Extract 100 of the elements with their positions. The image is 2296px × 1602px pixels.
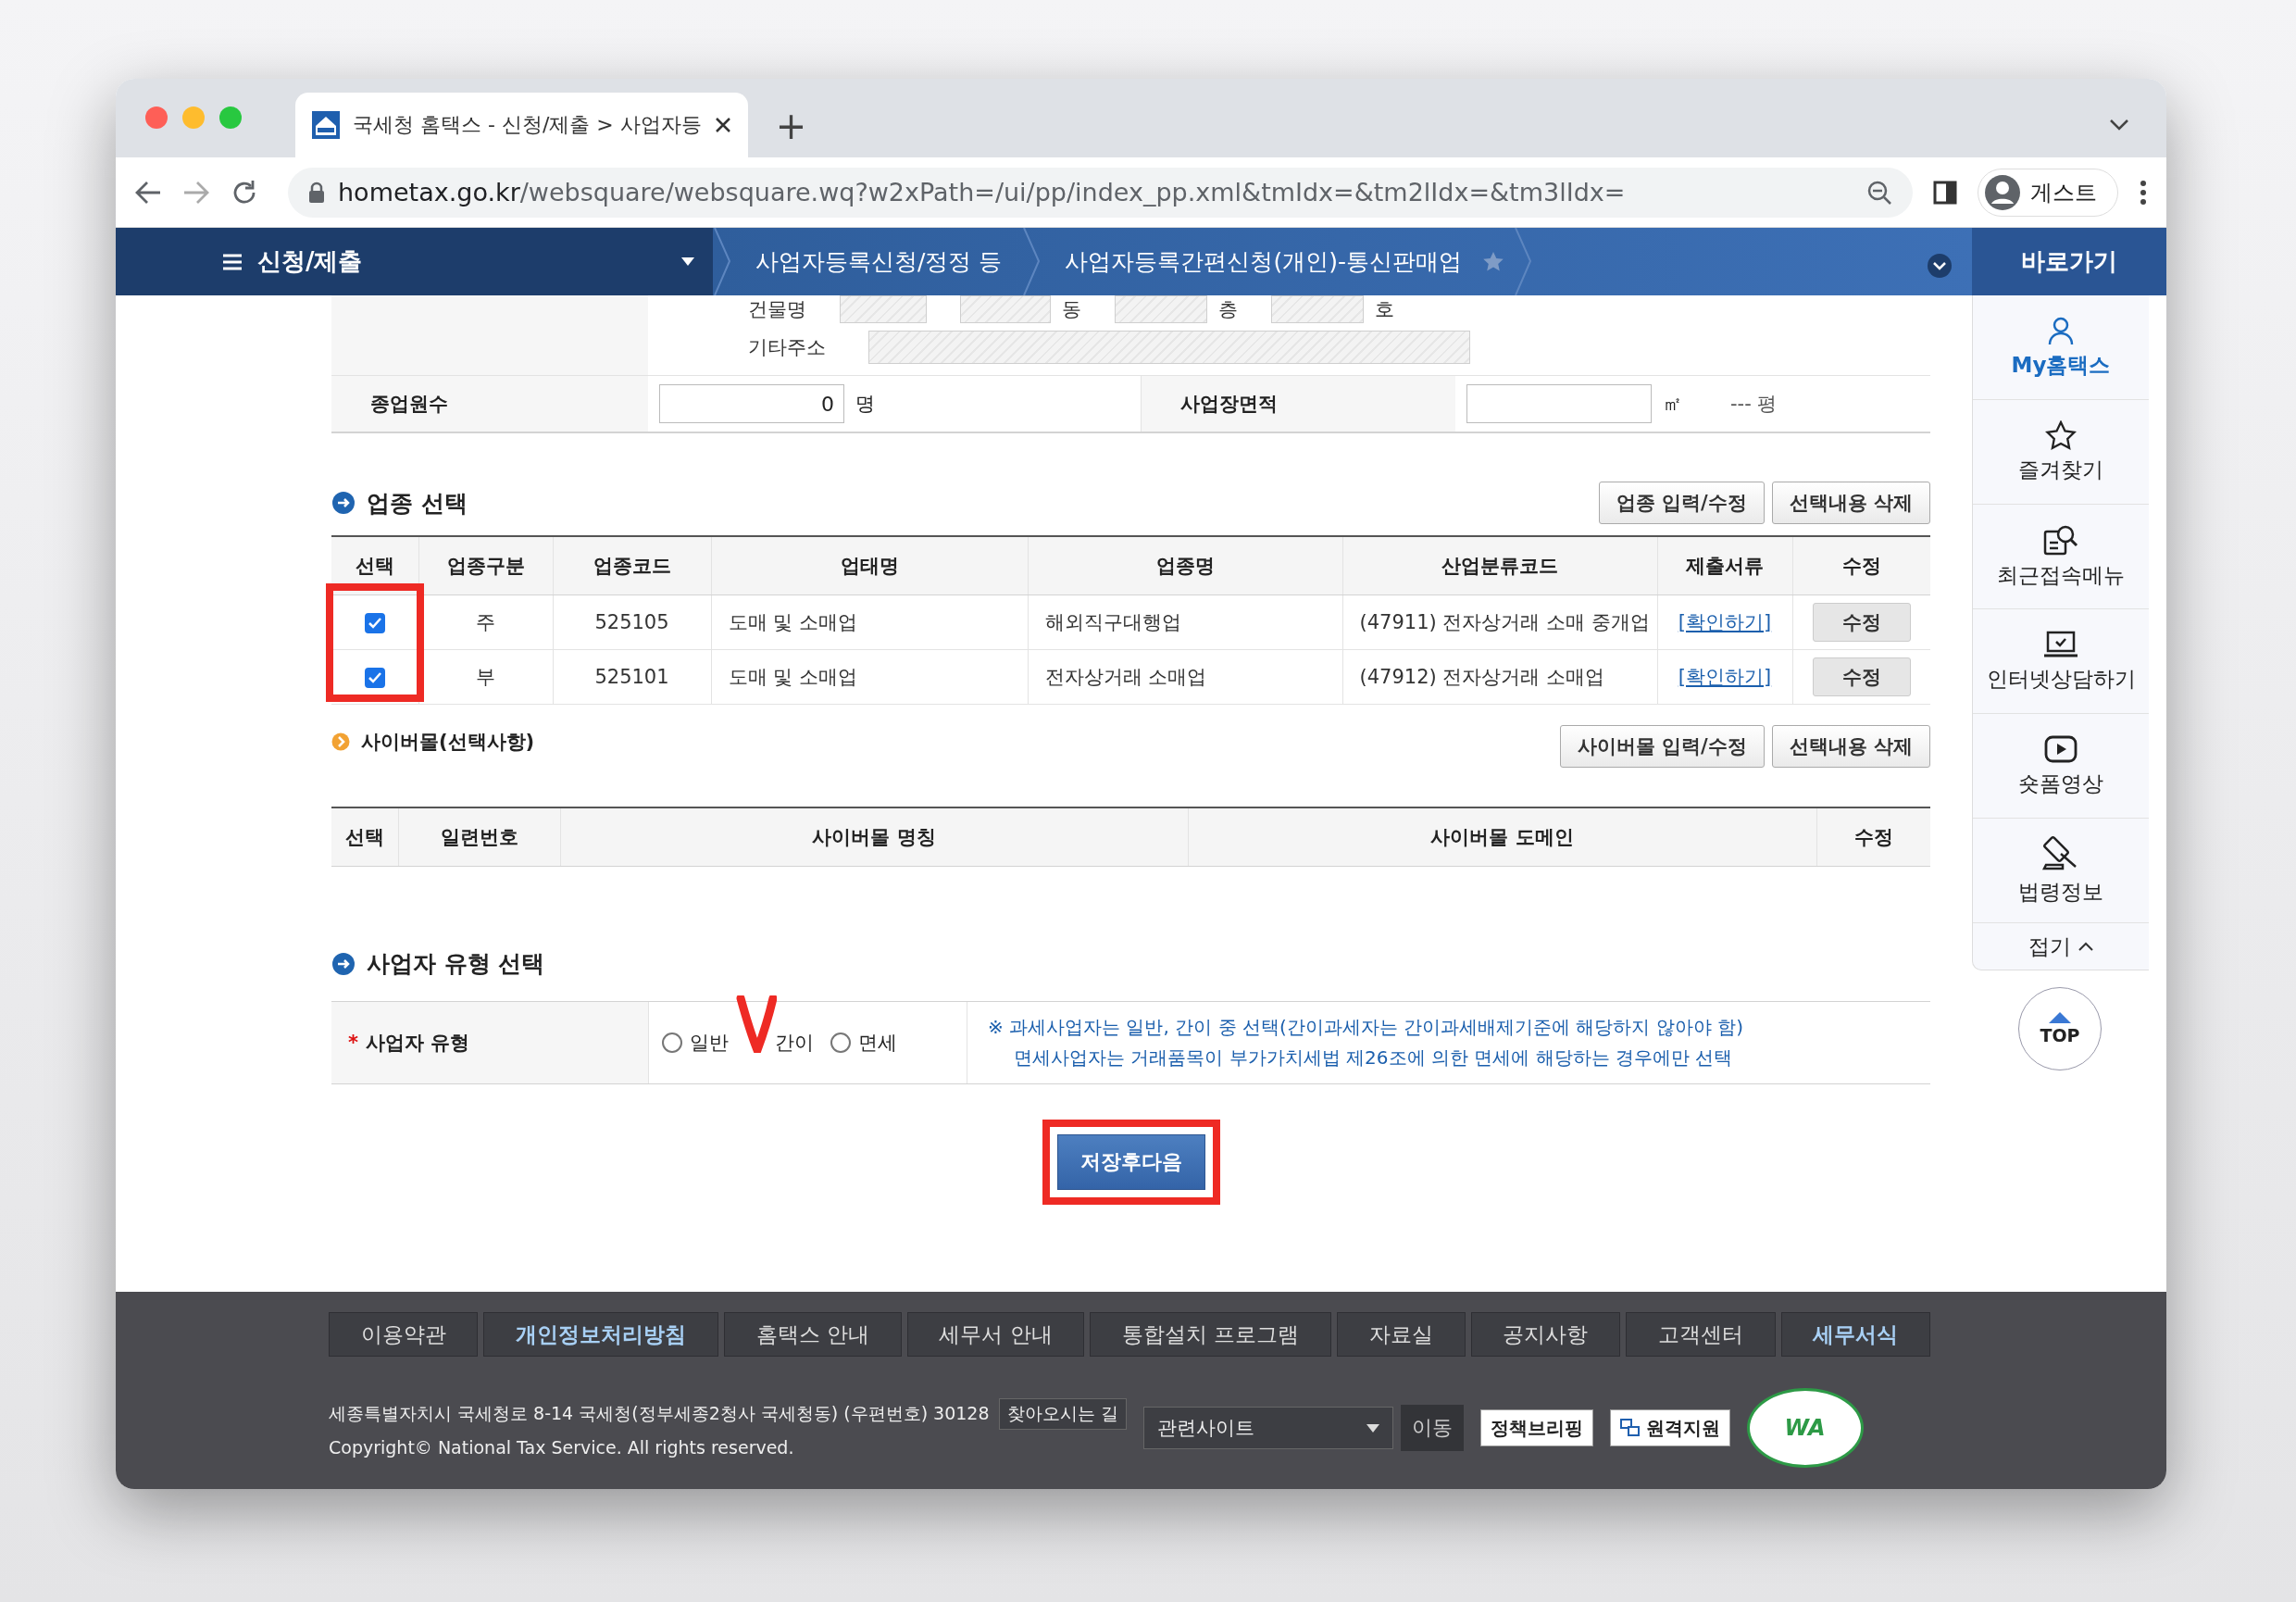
column-header: 수정	[1792, 536, 1930, 595]
star-icon[interactable]	[1481, 250, 1504, 273]
footer-link[interactable]: 세무서 안내	[906, 1312, 1085, 1357]
radio-button[interactable]	[830, 1033, 851, 1053]
quick-menu-item[interactable]: 인터넷상담하기	[1973, 609, 2149, 714]
option-label[interactable]: 면세	[858, 1030, 897, 1056]
edit-button[interactable]: 수정	[1812, 657, 1911, 696]
back-icon[interactable]	[134, 179, 162, 206]
column-header: 업종구분	[418, 536, 553, 595]
employee-count-field[interactable]: 0	[659, 384, 844, 423]
column-header: 제출서류	[1657, 536, 1792, 595]
edit-button[interactable]: 수정	[1812, 603, 1911, 642]
field-label: 동	[1062, 297, 1081, 322]
menu-dropdown[interactable]: 신청/제출	[116, 228, 713, 295]
action-button[interactable]: 업종 입력/수정	[1598, 482, 1765, 524]
column-header: 선택	[331, 807, 398, 867]
address-bar[interactable]: hometax.go.kr/websquare/websquare.wq?w2xPath=/ui/pp/index_pp.xml&tmIdx=&tm2lIdx=&tm3lIdx=	[288, 167, 1913, 218]
chevron-divider-icon	[1022, 228, 1042, 295]
chevron-down-icon[interactable]	[2109, 119, 2129, 131]
fold-button[interactable]: 접기	[1973, 923, 2149, 970]
chevron-divider-icon	[713, 228, 731, 295]
footer-link[interactable]: 개인정보처리방침	[483, 1312, 718, 1357]
play-icon	[2043, 733, 2078, 764]
footer-link[interactable]: 고객센터	[1626, 1312, 1776, 1357]
breadcrumb-link[interactable]: 사업자등록신청/정정 등	[731, 246, 1023, 277]
area-field[interactable]	[1466, 384, 1652, 423]
footer-link[interactable]: 통합설치 프로그램	[1090, 1312, 1332, 1357]
footer-link[interactable]: 세무서식	[1780, 1312, 1930, 1357]
arrow-circle-icon	[331, 951, 356, 976]
section-title: 업종 선택	[367, 488, 468, 519]
chevron-divider-icon	[1513, 228, 1532, 295]
go-button[interactable]: 이동	[1400, 1405, 1464, 1451]
window-close-button[interactable]	[145, 106, 168, 129]
expand-icon[interactable]	[1926, 251, 1953, 280]
remote-support-button[interactable]: 원격지원	[1609, 1409, 1730, 1446]
field-label: 사업자 유형	[366, 1031, 470, 1056]
table-cell: (47912) 전자상거래 소매업	[1342, 649, 1657, 705]
column-header: 사이버몰 도메인	[1188, 807, 1816, 867]
footer-link[interactable]: 자료실	[1337, 1312, 1466, 1357]
more-menu-icon[interactable]	[2139, 178, 2148, 207]
column-header: 일련번호	[398, 807, 560, 867]
option-label[interactable]: 일반	[690, 1030, 729, 1056]
table-cell: 전자상거래 소매업	[1028, 649, 1342, 705]
table-cell: 해외직구대행업	[1028, 594, 1342, 650]
field-label: 기타주소	[748, 335, 826, 360]
browser-tab[interactable]: 국세청 홈택스 - 신청/제출 > 사업자등	[295, 93, 748, 157]
table-cell: 도매 및 소매업	[711, 649, 1028, 705]
table-cell: 525105	[553, 594, 711, 650]
section-title: 사업자 유형 선택	[367, 949, 545, 979]
screens-icon	[1619, 1419, 1641, 1437]
checkmark-icon	[368, 672, 381, 683]
copyright-text: Copyright© National Tax Service. All rights reserved.	[329, 1437, 795, 1458]
forward-icon[interactable]	[182, 179, 210, 206]
column-header: 수정	[1816, 807, 1930, 867]
zoom-out-icon[interactable]	[1866, 179, 1892, 206]
action-button[interactable]: 선택내용 삭제	[1771, 482, 1930, 524]
caret-icon	[681, 257, 694, 266]
briefing-button[interactable]: 정책브리핑	[1479, 1409, 1593, 1446]
quick-menu-item[interactable]: 최근접속메뉴	[1973, 505, 2149, 609]
footer-link[interactable]: 홈택스 안내	[723, 1312, 902, 1357]
chevron-circle-icon	[331, 732, 350, 751]
action-button[interactable]: 사이버몰 입력/수정	[1559, 725, 1765, 768]
confirm-link[interactable]: [확인하기]	[1678, 611, 1772, 633]
column-header: 업태명	[711, 536, 1028, 595]
checkmark-icon	[368, 618, 381, 629]
radio-button[interactable]	[662, 1033, 682, 1053]
column-header: 업종코드	[553, 536, 711, 595]
quick-menu-item[interactable]: 법령정보	[1973, 819, 2149, 923]
footer-link[interactable]: 공지사항	[1470, 1312, 1621, 1357]
quick-menu-item[interactable]: My홈택스	[1973, 295, 2149, 400]
url-text: hometax.go.kr/websquare/websquare.wq?w2xPath=/ui/pp/index_pp.xml&tmIdx=&tm2lIdx=&tm3lIdx=	[338, 178, 1627, 207]
guidance-note: 면세사업자는 거래품목이 부가가치세법 제26조에 의한 면세에 해당하는 경우에만 선택	[1013, 1045, 1734, 1070]
breadcrumb-link[interactable]: 사업자등록간편신청(개인)-통신판매업	[1041, 246, 1482, 277]
house-logo-icon	[312, 111, 340, 139]
laptop-icon	[2042, 629, 2079, 659]
table-cell: 부	[418, 649, 553, 705]
quick-menu-item[interactable]: 숏폼영상	[1973, 714, 2149, 819]
footer-link[interactable]: 이용약관	[329, 1312, 479, 1357]
related-sites-select[interactable]: 관련사이트	[1142, 1407, 1393, 1449]
top-button[interactable]: TOP	[2018, 987, 2102, 1070]
quick-menu-title: 바로가기	[1972, 228, 2166, 295]
save-next-button[interactable]: 저장후다음	[1056, 1134, 1205, 1190]
guidance-note: ※ 과세사업자는 일반, 간이 중 선택(간이과세자는 간이과세배제기준에 해당하지 않아야 함)	[988, 1015, 1743, 1040]
column-header: 사이버몰 명칭	[560, 807, 1188, 867]
triangle-up-icon	[2049, 1012, 2071, 1023]
side-panel-icon[interactable]	[1933, 180, 1957, 205]
directions-button[interactable]: 찾아오시는 길	[998, 1398, 1127, 1430]
required-mark: *	[348, 1032, 358, 1054]
new-tab-button[interactable]: +	[775, 107, 807, 144]
pyeong-label: --- 평	[1730, 392, 1778, 417]
field-label: 층	[1218, 297, 1238, 322]
confirm-link[interactable]: [확인하기]	[1678, 666, 1772, 688]
field-label: 사업장면적	[1141, 376, 1455, 432]
action-button[interactable]: 선택내용 삭제	[1771, 725, 1930, 768]
checkbox[interactable]	[364, 613, 385, 633]
column-header: 업종명	[1028, 536, 1342, 595]
quick-menu-item[interactable]: 즐겨찾기	[1973, 400, 2149, 505]
checkbox[interactable]	[364, 668, 385, 688]
option-label[interactable]: 간이	[775, 1030, 814, 1056]
close-icon[interactable]	[714, 117, 731, 133]
